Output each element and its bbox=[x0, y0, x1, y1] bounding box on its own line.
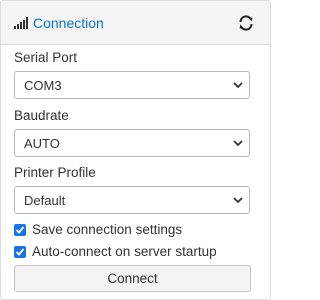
chevron-down-icon bbox=[233, 197, 243, 204]
auto-connect-checkbox[interactable] bbox=[14, 246, 26, 258]
panel-header: Connection bbox=[1, 1, 270, 45]
checkmark-icon bbox=[15, 248, 25, 256]
connect-button[interactable]: Connect bbox=[14, 265, 251, 292]
connection-panel: Connection Serial Port COM3 Baudrate AUT… bbox=[0, 0, 271, 300]
signal-bars-icon bbox=[14, 17, 30, 29]
save-settings-checkbox[interactable] bbox=[14, 224, 26, 236]
chevron-down-icon bbox=[233, 82, 243, 89]
auto-connect-label: Auto-connect on server startup bbox=[32, 244, 217, 259]
chevron-down-icon bbox=[233, 140, 243, 147]
baudrate-label: Baudrate bbox=[14, 108, 69, 123]
serial-port-label: Serial Port bbox=[14, 50, 78, 65]
printer-profile-label: Printer Profile bbox=[14, 165, 96, 180]
serial-port-value: COM3 bbox=[24, 78, 62, 93]
baudrate-select[interactable]: AUTO bbox=[14, 129, 250, 157]
refresh-icon[interactable] bbox=[237, 14, 255, 32]
printer-profile-select[interactable]: Default bbox=[14, 186, 250, 214]
baudrate-value: AUTO bbox=[24, 136, 60, 151]
serial-port-select[interactable]: COM3 bbox=[14, 71, 250, 99]
checkmark-icon bbox=[15, 226, 25, 234]
save-settings-label: Save connection settings bbox=[32, 222, 183, 237]
printer-profile-value: Default bbox=[24, 193, 66, 208]
panel-title: Connection bbox=[33, 15, 104, 31]
